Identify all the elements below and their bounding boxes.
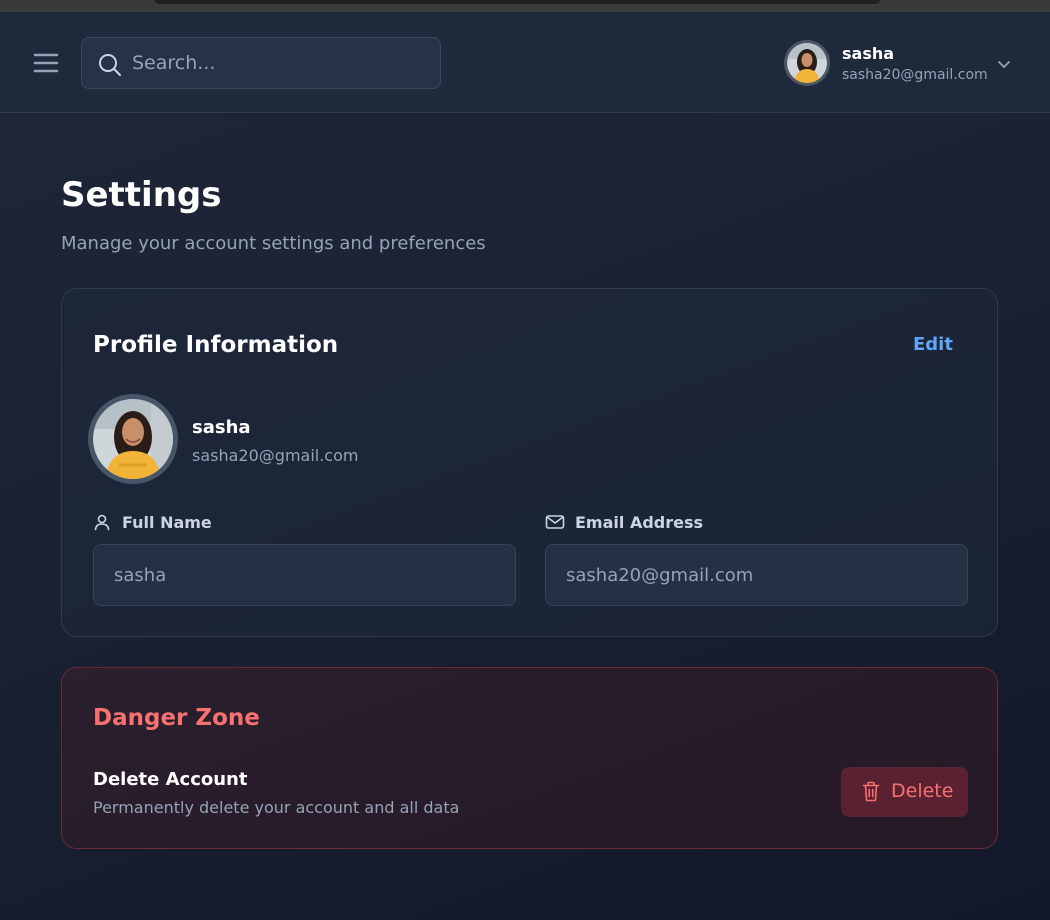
user-name: sasha bbox=[842, 44, 895, 63]
menu-icon bbox=[33, 53, 59, 73]
profile-avatar-photo bbox=[93, 399, 173, 479]
delete-account-title: Delete Account bbox=[93, 769, 248, 790]
avatar-photo bbox=[787, 43, 827, 83]
profile-email: sasha20@gmail.com bbox=[192, 446, 359, 465]
danger-zone-title: Danger Zone bbox=[93, 705, 260, 731]
danger-zone-card: Danger Zone Delete Account Permanently d… bbox=[61, 667, 998, 849]
profile-avatar bbox=[88, 394, 178, 484]
delete-account-button[interactable]: Delete bbox=[841, 767, 968, 817]
profile-name: sasha bbox=[192, 417, 251, 438]
mail-icon bbox=[545, 515, 565, 529]
edit-profile-button[interactable]: Edit bbox=[913, 334, 953, 355]
top-navigation-bar: sasha sasha20@gmail.com bbox=[0, 12, 1050, 113]
email-address-label: Email Address bbox=[575, 513, 704, 532]
search-box bbox=[81, 37, 441, 89]
search-input[interactable] bbox=[132, 38, 432, 88]
user-menu[interactable]: sasha sasha20@gmail.com bbox=[784, 40, 1024, 88]
avatar bbox=[784, 40, 830, 86]
page-title: Settings bbox=[61, 175, 222, 215]
user-icon bbox=[94, 514, 110, 531]
full-name-field[interactable] bbox=[93, 544, 516, 606]
trash-icon bbox=[862, 781, 880, 802]
profile-information-card: Profile Information Edit sasha sasha20@g… bbox=[61, 288, 998, 637]
browser-tab-bar bbox=[155, 0, 880, 4]
user-email: sasha20@gmail.com bbox=[842, 67, 988, 83]
delete-button-label: Delete bbox=[891, 780, 954, 802]
profile-section-title: Profile Information bbox=[93, 332, 339, 358]
email-field[interactable] bbox=[545, 544, 968, 606]
chevron-down-icon bbox=[998, 61, 1010, 68]
menu-button[interactable] bbox=[32, 50, 60, 76]
page-subtitle: Manage your account settings and prefere… bbox=[61, 233, 486, 254]
full-name-label: Full Name bbox=[122, 513, 212, 532]
search-icon bbox=[99, 54, 121, 76]
delete-account-description: Permanently delete your account and all … bbox=[93, 798, 460, 817]
browser-top-strip bbox=[0, 0, 1050, 12]
